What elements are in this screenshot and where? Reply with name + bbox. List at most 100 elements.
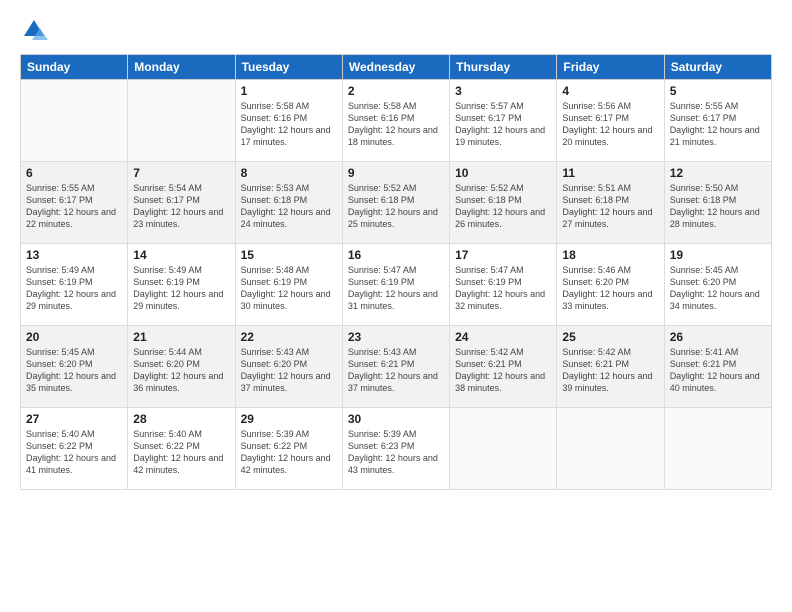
calendar-day-header: Sunday (21, 55, 128, 80)
day-number: 22 (241, 330, 337, 344)
calendar-day-cell: 12 Sunrise: 5:50 AM Sunset: 6:18 PM Dayli… (664, 162, 771, 244)
day-number: 17 (455, 248, 551, 262)
calendar-day-cell: 5Sunrise: 5:55 AM Sunset: 6:17 PM Daylig… (664, 80, 771, 162)
day-number: 1 (241, 84, 337, 98)
calendar-week-row: 1 Sunrise: 5:58 AM Sunset: 6:16 PM Daylig… (21, 80, 772, 162)
calendar-day-cell (450, 408, 557, 490)
day-number: 3 (455, 84, 551, 98)
calendar-week-row: 6Sunrise: 5:55 AM Sunset: 6:17 PM Daylig… (21, 162, 772, 244)
calendar-day-header: Monday (128, 55, 235, 80)
day-number: 13 (26, 248, 122, 262)
calendar-day-cell: 2 Sunrise: 5:58 AM Sunset: 6:16 PM Daylig… (342, 80, 449, 162)
day-info: Sunrise: 5:46 AM Sunset: 6:20 PM Dayligh… (562, 264, 658, 313)
day-number: 24 (455, 330, 551, 344)
day-info: Sunrise: 5:52 AM Sunset: 6:18 PM Dayligh… (455, 182, 551, 231)
calendar-day-cell: 24Sunrise: 5:42 AM Sunset: 6:21 PM Dayli… (450, 326, 557, 408)
day-info: Sunrise: 5:47 AM Sunset: 6:19 PM Dayligh… (348, 264, 444, 313)
day-info: Sunrise: 5:51 AM Sunset: 6:18 PM Dayligh… (562, 182, 658, 231)
day-number: 26 (670, 330, 766, 344)
day-info: Sunrise: 5:50 AM Sunset: 6:18 PM Dayligh… (670, 182, 766, 231)
day-info: Sunrise: 5:54 AM Sunset: 6:17 PM Dayligh… (133, 182, 229, 231)
day-info: Sunrise: 5:55 AM Sunset: 6:17 PM Dayligh… (26, 182, 122, 231)
calendar-day-cell: 1 Sunrise: 5:58 AM Sunset: 6:16 PM Daylig… (235, 80, 342, 162)
calendar-week-row: 13 Sunrise: 5:49 AM Sunset: 6:19 PM Dayli… (21, 244, 772, 326)
day-number: 21 (133, 330, 229, 344)
calendar-day-cell: 17 Sunrise: 5:47 AM Sunset: 6:19 PM Dayli… (450, 244, 557, 326)
day-info: Sunrise: 5:39 AM Sunset: 6:23 PM Dayligh… (348, 428, 444, 477)
day-info: Sunrise: 5:57 AM Sunset: 6:17 PM Dayligh… (455, 100, 551, 149)
day-number: 25 (562, 330, 658, 344)
day-info: Sunrise: 5:40 AM Sunset: 6:22 PM Dayligh… (133, 428, 229, 477)
logo (20, 16, 52, 44)
day-number: 12 (670, 166, 766, 180)
day-number: 28 (133, 412, 229, 426)
calendar-day-cell: 23Sunrise: 5:43 AM Sunset: 6:21 PM Dayli… (342, 326, 449, 408)
day-info: Sunrise: 5:47 AM Sunset: 6:19 PM Dayligh… (455, 264, 551, 313)
calendar-day-cell: 25 Sunrise: 5:42 AM Sunset: 6:21 PM Dayli… (557, 326, 664, 408)
calendar-day-cell: 8 Sunrise: 5:53 AM Sunset: 6:18 PM Daylig… (235, 162, 342, 244)
calendar-day-cell: 9 Sunrise: 5:52 AM Sunset: 6:18 PM Daylig… (342, 162, 449, 244)
day-info: Sunrise: 5:40 AM Sunset: 6:22 PM Dayligh… (26, 428, 122, 477)
calendar-day-cell (664, 408, 771, 490)
calendar-day-cell: 13 Sunrise: 5:49 AM Sunset: 6:19 PM Dayli… (21, 244, 128, 326)
calendar-day-cell: 7 Sunrise: 5:54 AM Sunset: 6:17 PM Daylig… (128, 162, 235, 244)
header (20, 16, 772, 44)
calendar-day-cell: 26 Sunrise: 5:41 AM Sunset: 6:21 PM Dayli… (664, 326, 771, 408)
calendar-day-cell (557, 408, 664, 490)
day-info: Sunrise: 5:42 AM Sunset: 6:21 PM Dayligh… (562, 346, 658, 395)
day-info: Sunrise: 5:58 AM Sunset: 6:16 PM Dayligh… (241, 100, 337, 149)
calendar-day-cell: 10 Sunrise: 5:52 AM Sunset: 6:18 PM Dayli… (450, 162, 557, 244)
calendar-day-cell: 27 Sunrise: 5:40 AM Sunset: 6:22 PM Dayli… (21, 408, 128, 490)
day-info: Sunrise: 5:45 AM Sunset: 6:20 PM Dayligh… (26, 346, 122, 395)
calendar-day-cell (128, 80, 235, 162)
day-number: 19 (670, 248, 766, 262)
calendar-day-cell: 11 Sunrise: 5:51 AM Sunset: 6:18 PM Dayli… (557, 162, 664, 244)
calendar-week-row: 20 Sunrise: 5:45 AM Sunset: 6:20 PM Dayli… (21, 326, 772, 408)
calendar-day-cell: 29 Sunrise: 5:39 AM Sunset: 6:22 PM Dayli… (235, 408, 342, 490)
day-number: 7 (133, 166, 229, 180)
day-info: Sunrise: 5:49 AM Sunset: 6:19 PM Dayligh… (26, 264, 122, 313)
calendar-day-header: Friday (557, 55, 664, 80)
day-number: 18 (562, 248, 658, 262)
day-info: Sunrise: 5:39 AM Sunset: 6:22 PM Dayligh… (241, 428, 337, 477)
calendar-table: SundayMondayTuesdayWednesdayThursdayFrid… (20, 54, 772, 490)
calendar-day-header: Wednesday (342, 55, 449, 80)
calendar-day-cell: 21 Sunrise: 5:44 AM Sunset: 6:20 PM Dayli… (128, 326, 235, 408)
day-info: Sunrise: 5:41 AM Sunset: 6:21 PM Dayligh… (670, 346, 766, 395)
day-info: Sunrise: 5:52 AM Sunset: 6:18 PM Dayligh… (348, 182, 444, 231)
day-number: 8 (241, 166, 337, 180)
day-info: Sunrise: 5:53 AM Sunset: 6:18 PM Dayligh… (241, 182, 337, 231)
day-info: Sunrise: 5:49 AM Sunset: 6:19 PM Dayligh… (133, 264, 229, 313)
day-number: 5 (670, 84, 766, 98)
day-number: 16 (348, 248, 444, 262)
day-number: 14 (133, 248, 229, 262)
calendar-day-cell: 16 Sunrise: 5:47 AM Sunset: 6:19 PM Dayli… (342, 244, 449, 326)
day-info: Sunrise: 5:56 AM Sunset: 6:17 PM Dayligh… (562, 100, 658, 149)
day-number: 30 (348, 412, 444, 426)
calendar-day-cell: 18 Sunrise: 5:46 AM Sunset: 6:20 PM Dayli… (557, 244, 664, 326)
day-info: Sunrise: 5:45 AM Sunset: 6:20 PM Dayligh… (670, 264, 766, 313)
calendar-week-row: 27 Sunrise: 5:40 AM Sunset: 6:22 PM Dayli… (21, 408, 772, 490)
day-number: 20 (26, 330, 122, 344)
day-number: 11 (562, 166, 658, 180)
day-number: 10 (455, 166, 551, 180)
calendar-day-cell: 28 Sunrise: 5:40 AM Sunset: 6:22 PM Dayli… (128, 408, 235, 490)
calendar-day-cell (21, 80, 128, 162)
day-number: 23 (348, 330, 444, 344)
day-number: 2 (348, 84, 444, 98)
day-number: 29 (241, 412, 337, 426)
calendar-day-cell: 15 Sunrise: 5:48 AM Sunset: 6:19 PM Dayli… (235, 244, 342, 326)
day-number: 15 (241, 248, 337, 262)
calendar-day-cell: 14 Sunrise: 5:49 AM Sunset: 6:19 PM Dayli… (128, 244, 235, 326)
calendar-day-cell: 20 Sunrise: 5:45 AM Sunset: 6:20 PM Dayli… (21, 326, 128, 408)
day-number: 27 (26, 412, 122, 426)
day-info: Sunrise: 5:58 AM Sunset: 6:16 PM Dayligh… (348, 100, 444, 149)
day-info: Sunrise: 5:44 AM Sunset: 6:20 PM Dayligh… (133, 346, 229, 395)
calendar-header-row: SundayMondayTuesdayWednesdayThursdayFrid… (21, 55, 772, 80)
calendar-day-header: Thursday (450, 55, 557, 80)
day-number: 9 (348, 166, 444, 180)
calendar-day-cell: 6Sunrise: 5:55 AM Sunset: 6:17 PM Daylig… (21, 162, 128, 244)
calendar-day-header: Saturday (664, 55, 771, 80)
day-info: Sunrise: 5:48 AM Sunset: 6:19 PM Dayligh… (241, 264, 337, 313)
calendar-day-header: Tuesday (235, 55, 342, 80)
